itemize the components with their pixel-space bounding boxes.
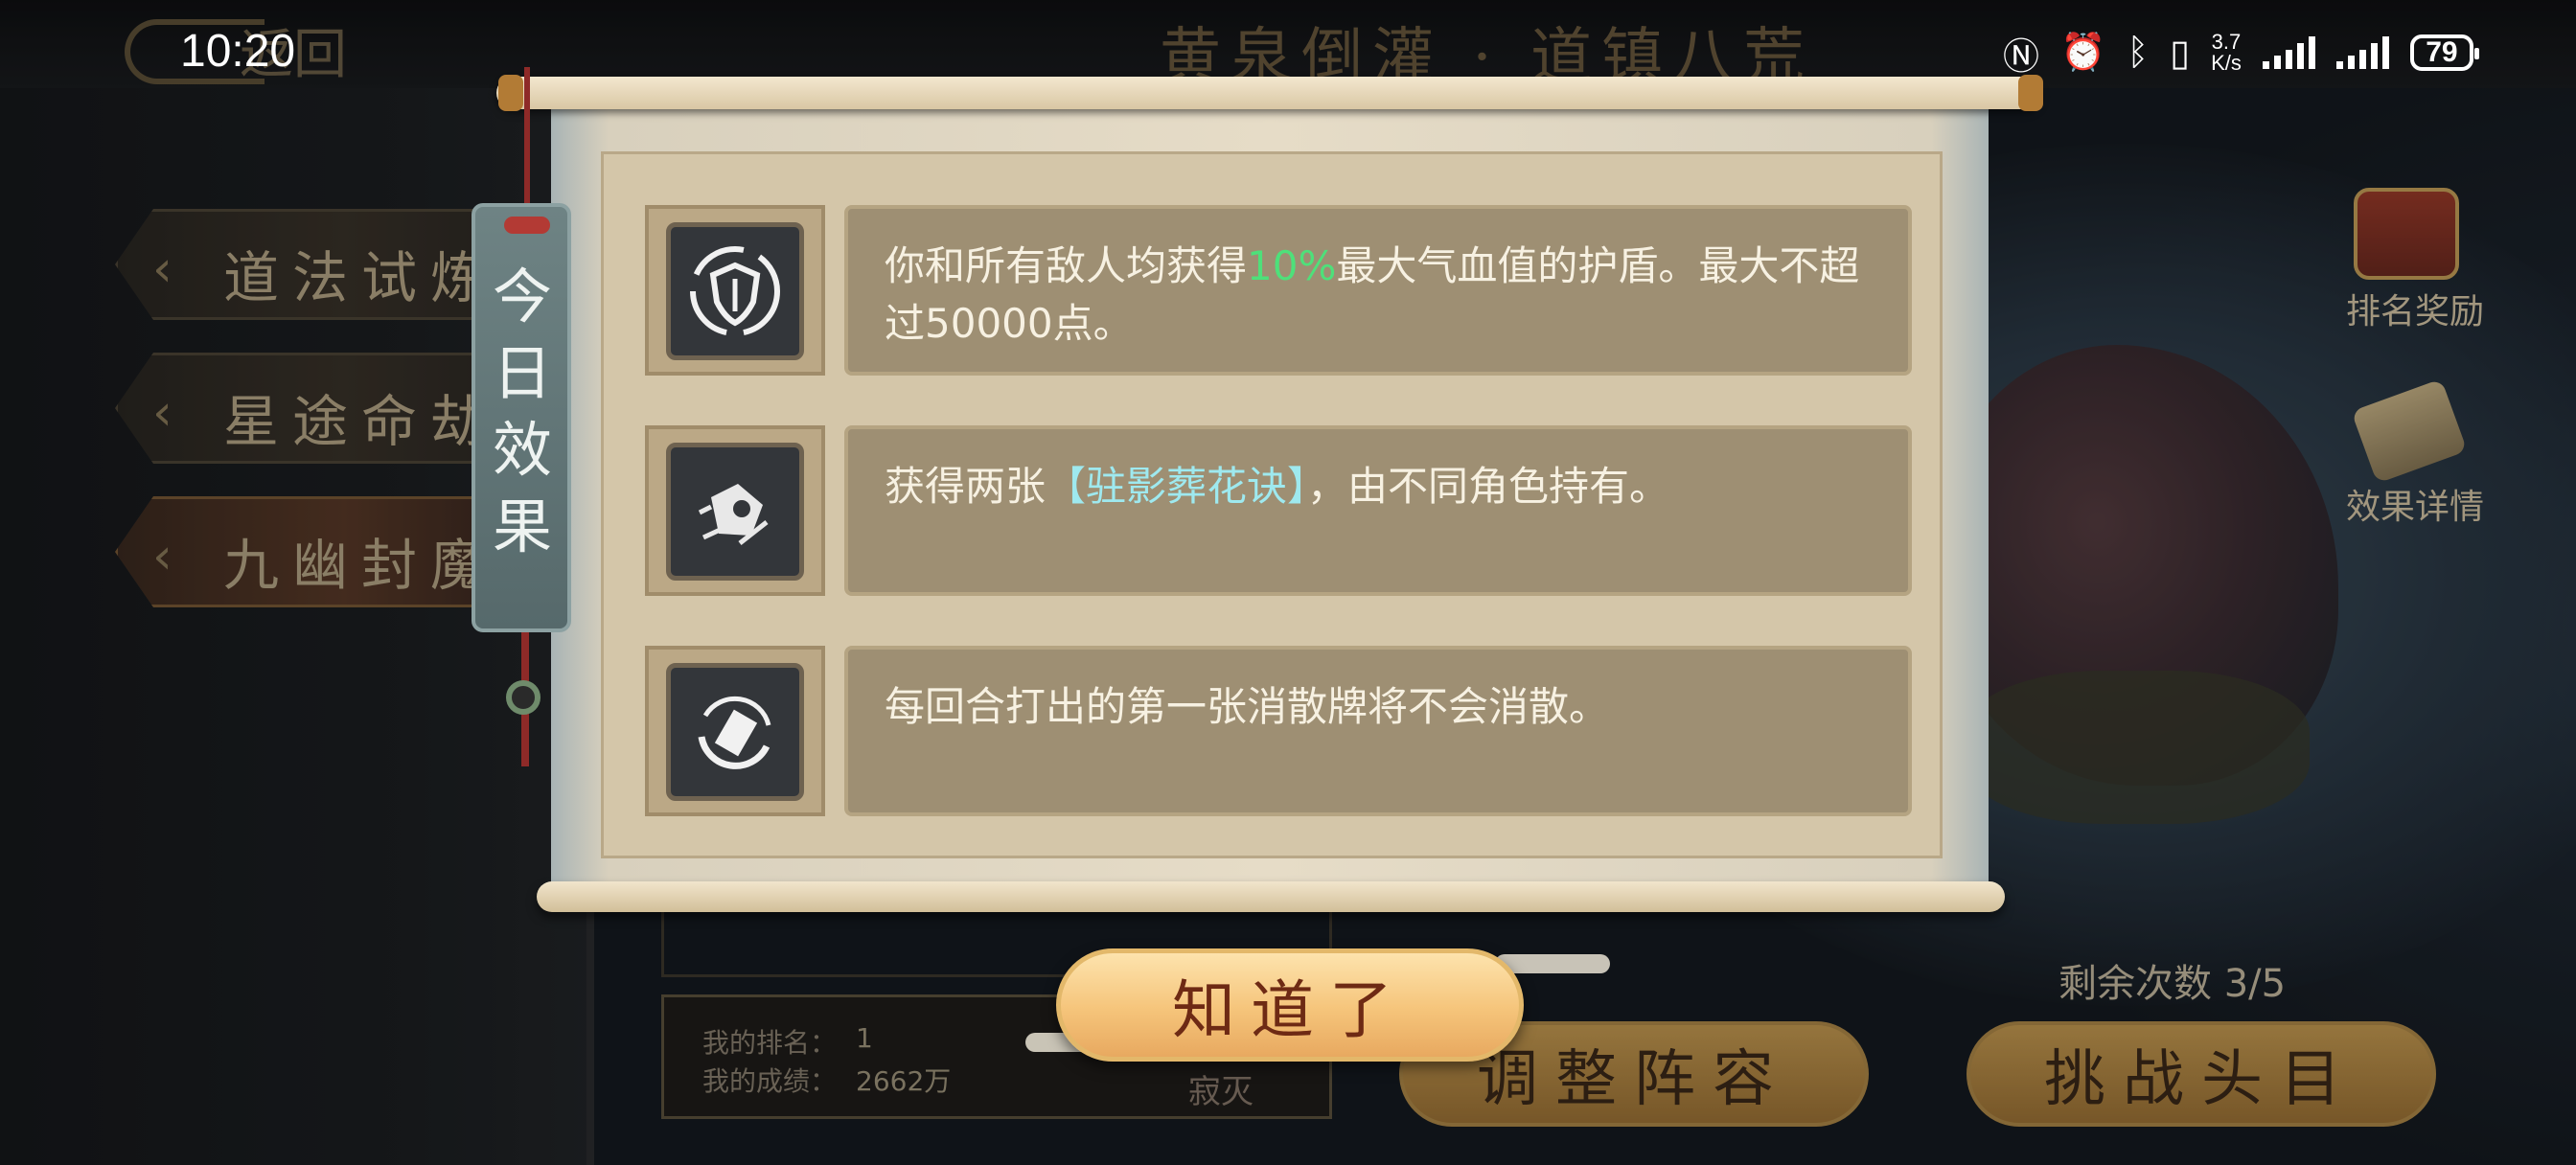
card-swirl-icon [666,663,804,801]
bluetooth-icon: ᛒ [2127,32,2150,73]
rod-knob-left [498,75,523,111]
alarm-icon: ⏰ [2060,33,2106,73]
signal-icon [2262,36,2315,69]
effect-description: 获得两张【驻影葬花诀】，由不同角色持有。 [885,463,1670,510]
effect-text-box: 每回合打出的第一张消散牌将不会消散。 [844,646,1912,816]
today-effect-label: 今日效果 [492,262,552,561]
battery-icon: 79 [2409,34,2479,71]
confirm-button[interactable]: 知道了 [1056,948,1524,1062]
effect-icon-frame [645,425,825,596]
effect-icon-frame [645,646,825,816]
scroll-rod-bottom [537,881,2005,912]
tag-knot [504,217,550,234]
confirm-label: 知道了 [1172,973,1408,1047]
status-icons: Ⓝ ⏰ ᛒ ▯ 3.7 K/s 79 [2003,27,2479,79]
effect-description: 你和所有敌人均获得10%最大气血值的护盾。最大不超过50000点。 [885,242,1860,347]
effect-description: 每回合打出的第一张消散牌将不会消散。 [885,683,1610,730]
rod-knob-right [2018,75,2043,111]
net-speed: 3.7 K/s [2211,30,2242,75]
status-time: 10:20 [180,26,296,77]
effect-text-box: 获得两张【驻影葬花诀】，由不同角色持有。 [844,425,1912,596]
jade-ring-icon [506,680,540,715]
tag-string [524,67,530,220]
effect-highlight: 【驻影葬花诀】 [1046,463,1308,510]
effect-highlight: 10% [1247,242,1337,289]
effect-text-box: 你和所有敌人均获得10%最大气血值的护盾。最大不超过50000点。 [844,205,1912,376]
shield-icon [666,222,804,360]
scroll-rod-top [496,77,2041,109]
nfc-icon: Ⓝ [2003,36,2040,78]
effect-icon-frame [645,205,825,376]
signal-icon [2335,36,2389,69]
vibrate-icon: ▯ [2170,33,2191,74]
card-scatter-icon [666,443,804,581]
